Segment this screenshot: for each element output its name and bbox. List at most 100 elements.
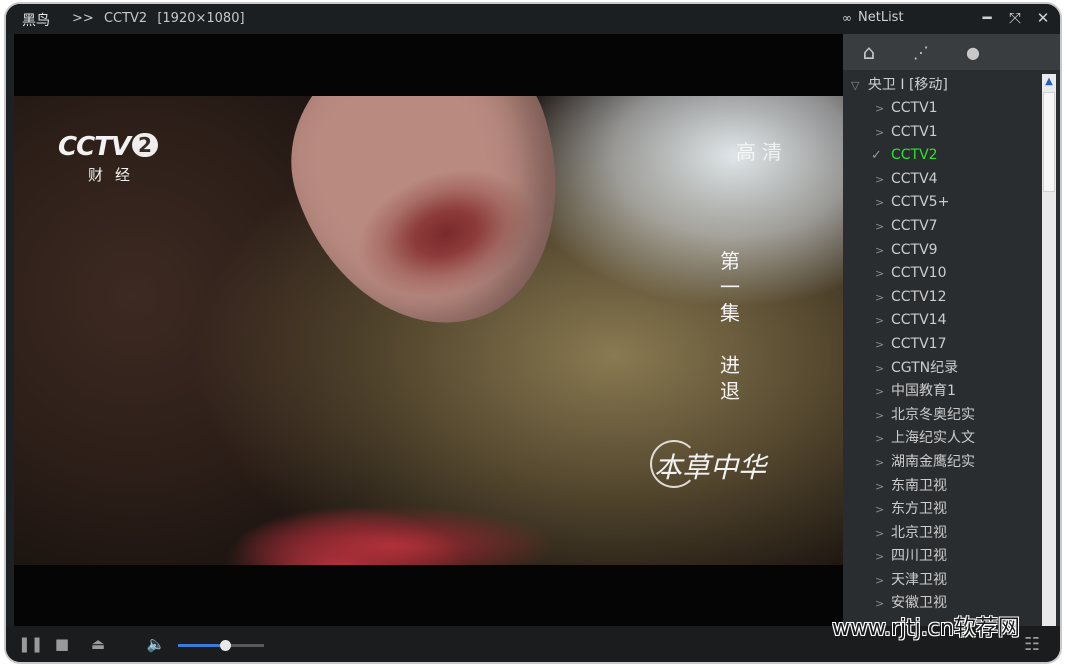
chevron-right-icon: > bbox=[875, 267, 885, 281]
channel-logo: CCTV 2 财经 bbox=[58, 132, 158, 185]
netlist-label: NetList bbox=[858, 10, 904, 25]
volume-icon[interactable]: 🔈 bbox=[146, 635, 166, 653]
channel-logo-sub: 财经 bbox=[88, 166, 143, 184]
episode-char: 退 bbox=[720, 379, 740, 403]
channel-item[interactable]: > CCTV1 bbox=[843, 121, 1043, 145]
channel-item[interactable]: > CCTV10 bbox=[843, 262, 1043, 286]
channel-item[interactable]: > 北京卫视 bbox=[843, 522, 1043, 546]
channel-item[interactable]: > CCTV9 bbox=[843, 239, 1043, 263]
channel-item[interactable]: > 四川卫视 bbox=[843, 545, 1043, 569]
channel-item[interactable]: > 湖南金鹰纪实 bbox=[843, 451, 1043, 475]
channel-group-label: 央卫 I [移动] bbox=[867, 77, 948, 93]
chevron-right-icon: > bbox=[875, 385, 885, 399]
channel-item[interactable]: > CCTV5+ bbox=[843, 191, 1043, 215]
channel-item-label: 北京冬奥纪实 bbox=[891, 406, 975, 423]
episode-char: 第 bbox=[720, 249, 740, 273]
channel-item-label: 上海纪实人文 bbox=[891, 430, 975, 447]
channel-item-label: CCTV14 bbox=[891, 312, 947, 329]
series-logo-ring bbox=[650, 440, 698, 488]
channel-item-label: 四川卫视 bbox=[891, 548, 947, 565]
channel-tree: ▽ 央卫 I [移动] > CCTV1 > CCTV1 ✓ CCTV2 > CCTV4 > CCT… bbox=[843, 74, 1043, 626]
eject-icon[interactable]: ⏏ bbox=[88, 635, 108, 653]
volume-slider[interactable] bbox=[178, 640, 264, 651]
channel-list: > CCTV1 > CCTV1 ✓ CCTV2 > CCTV4 > CCTV5+ > CCTV7 > CC… bbox=[843, 97, 1043, 616]
channel-item[interactable]: > CCTV4 bbox=[843, 168, 1043, 192]
channel-item[interactable]: > 上海纪实人文 bbox=[843, 427, 1043, 451]
chevron-right-icon: > bbox=[875, 196, 885, 210]
channel-item[interactable]: > 中国教育1 bbox=[843, 380, 1043, 404]
channel-item[interactable]: > CCTV17 bbox=[843, 333, 1043, 357]
chevron-right-icon: > bbox=[875, 503, 885, 517]
channel-logo-text: CCTV bbox=[58, 132, 131, 162]
video-frame: CCTV 2 财经 高清 第 一 集 进 退 本草中华 bbox=[14, 96, 843, 565]
share-icon[interactable]: ⋰ bbox=[895, 34, 947, 70]
chevron-down-icon: ▽ bbox=[851, 79, 860, 92]
channel-item[interactable]: > CCTV12 bbox=[843, 286, 1043, 310]
now-playing-prefix: >> bbox=[72, 11, 94, 26]
episode-char: 集 bbox=[720, 301, 740, 325]
panel-tabs: ⌂ ⋰ ● bbox=[843, 34, 1060, 70]
channel-item-label: CCTV5+ bbox=[891, 194, 950, 211]
pause-icon[interactable]: ❚❚ bbox=[18, 635, 43, 653]
app-name: 黑鸟 bbox=[22, 13, 50, 29]
stop-icon[interactable]: ■ bbox=[52, 635, 72, 653]
channel-item[interactable]: > 天津卫视 bbox=[843, 569, 1043, 593]
chevron-right-icon: > bbox=[875, 102, 885, 115]
channel-item-label: 湖南金鹰纪实 bbox=[891, 453, 975, 470]
now-playing-resolution: [1920×1080] bbox=[157, 11, 245, 26]
chevron-right-icon: > bbox=[875, 314, 885, 328]
channel-item-label: CCTV1 bbox=[891, 123, 938, 140]
channel-item[interactable]: > CCTV7 bbox=[843, 215, 1043, 239]
video-area[interactable]: CCTV 2 财经 高清 第 一 集 进 退 本草中华 bbox=[14, 34, 843, 626]
channel-item-label: 北京卫视 bbox=[891, 524, 947, 541]
volume-knob[interactable] bbox=[220, 640, 232, 651]
channel-item-label: CGTN纪录 bbox=[891, 359, 959, 376]
chevron-right-icon: > bbox=[875, 290, 885, 304]
channel-group[interactable]: ▽ 央卫 I [移动] bbox=[843, 74, 1043, 97]
channel-item[interactable]: > CGTN纪录 bbox=[843, 357, 1043, 381]
chevron-right-icon: > bbox=[875, 479, 885, 493]
close-icon[interactable]: ✕ bbox=[1032, 7, 1054, 29]
chevron-right-icon: > bbox=[875, 408, 885, 422]
watermark: www.rjtj.cn软荐网 bbox=[832, 616, 1020, 641]
now-playing-channel: CCTV2 bbox=[103, 11, 148, 26]
channel-item-label: CCTV9 bbox=[891, 241, 938, 258]
playlist-icon[interactable]: ☷ bbox=[1024, 634, 1040, 655]
chevron-right-icon: > bbox=[875, 337, 885, 351]
chevron-right-icon: > bbox=[875, 550, 885, 564]
channel-item[interactable]: ✓ CCTV2 bbox=[843, 144, 1043, 168]
channel-item-label: CCTV17 bbox=[891, 335, 947, 352]
player-window: 黑鸟 >> CCTV2 [1920×1080] ∞ NetList ━ ⤧ ✕ … bbox=[6, 4, 1060, 662]
channel-item-label: CCTV4 bbox=[891, 170, 938, 187]
scroll-up-icon[interactable]: ▲ bbox=[1042, 74, 1056, 90]
fullscreen-icon[interactable]: ⤧ bbox=[1004, 7, 1026, 29]
title-bar: 黑鸟 >> CCTV2 [1920×1080] ∞ NetList ━ ⤧ ✕ bbox=[6, 4, 1060, 34]
chevron-right-icon: > bbox=[875, 125, 885, 139]
user-icon[interactable]: ● bbox=[947, 34, 999, 70]
channel-item[interactable]: > 东方卫视 bbox=[843, 498, 1043, 522]
scrollbar[interactable]: ▲ bbox=[1042, 74, 1056, 626]
channel-item-label: 东南卫视 bbox=[891, 477, 947, 494]
channel-item-label: CCTV10 bbox=[891, 265, 947, 282]
spoon-image bbox=[260, 96, 598, 360]
channel-item[interactable]: > CCTV14 bbox=[843, 309, 1043, 333]
chevron-right-icon: > bbox=[875, 432, 885, 446]
channel-logo-number: 2 bbox=[132, 133, 158, 157]
channel-item[interactable]: > CCTV1 bbox=[843, 97, 1043, 121]
volume-fill bbox=[178, 644, 226, 647]
home-icon[interactable]: ⌂ bbox=[843, 34, 895, 70]
chevron-right-icon: > bbox=[875, 361, 885, 375]
minimize-icon[interactable]: ━ bbox=[976, 7, 998, 29]
chevron-right-icon: > bbox=[875, 243, 885, 257]
channel-panel: ⌂ ⋰ ● ▽ 央卫 I [移动] > CCTV1 > CCTV1 ✓ CCTV2 > CCT… bbox=[843, 34, 1060, 626]
channel-item[interactable]: > 东南卫视 bbox=[843, 475, 1043, 499]
channel-item-label: CCTV2 bbox=[891, 147, 938, 164]
chevron-right-icon: > bbox=[875, 172, 885, 186]
channel-item-label: CCTV7 bbox=[891, 217, 938, 234]
channel-item[interactable]: > 北京冬奥纪实 bbox=[843, 404, 1043, 428]
episode-title: 第 一 集 进 退 bbox=[718, 248, 742, 404]
check-icon: ✓ bbox=[871, 148, 882, 164]
netlist-button[interactable]: ∞ NetList bbox=[842, 10, 904, 25]
scrollbar-thumb[interactable] bbox=[1043, 92, 1055, 192]
hd-label: 高清 bbox=[736, 140, 788, 164]
